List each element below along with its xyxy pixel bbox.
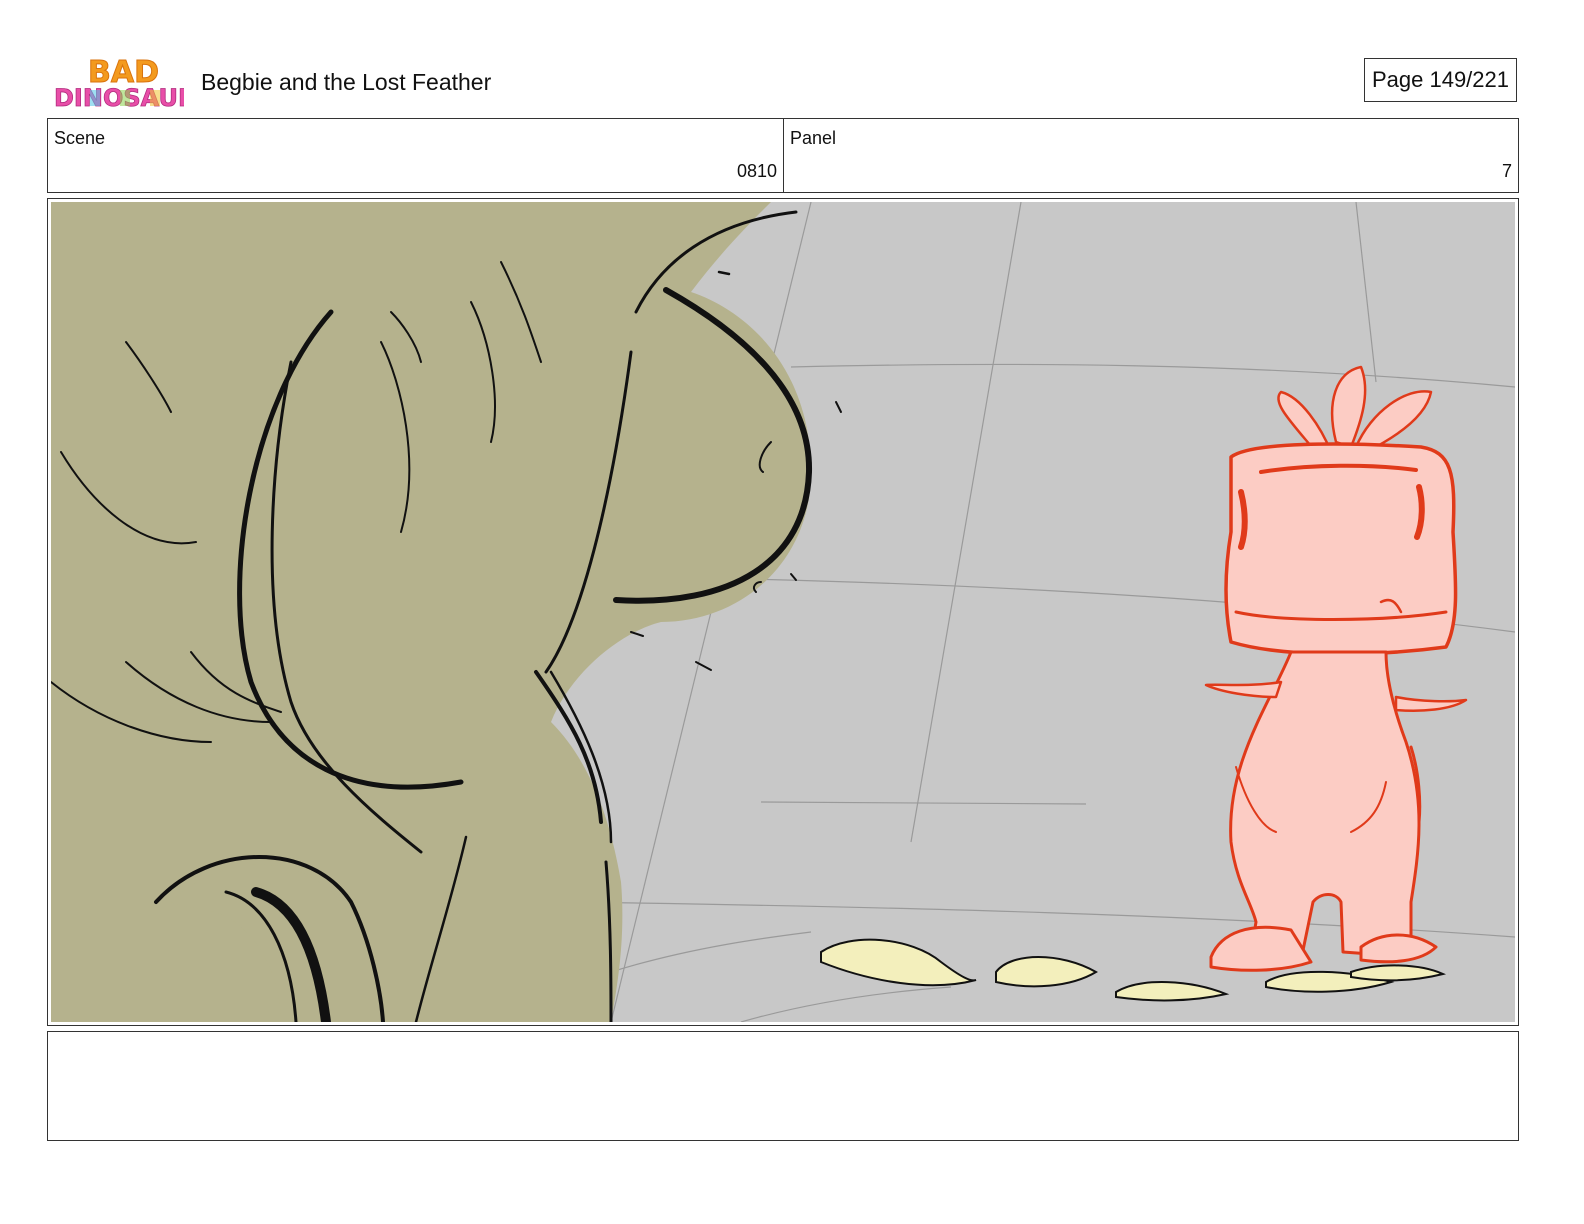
panel-notes-box [47,1031,1519,1141]
scene-number: 0810 [736,161,777,181]
pink-dino-head [1224,442,1458,656]
scene-box: Scene 0810 [47,118,784,193]
page-counter: Page 149/221 [1364,58,1517,102]
logo-graphic: BAD DINOSAURS [54,55,184,113]
storyboard-drawing [51,202,1515,1022]
scene-label: Scene [54,128,106,148]
storyboard-illustration [51,202,1515,1022]
svg-text:DINOSAURS: DINOSAURS [54,84,184,112]
panel-label: Panel [790,128,837,148]
panel-number: 7 [1501,161,1512,181]
panel-box: Panel 7 [783,118,1519,193]
bad-dinosaurs-logo: BAD DINOSAURS [54,52,184,113]
document-title: Begbie and the Lost Feather [201,69,492,95]
